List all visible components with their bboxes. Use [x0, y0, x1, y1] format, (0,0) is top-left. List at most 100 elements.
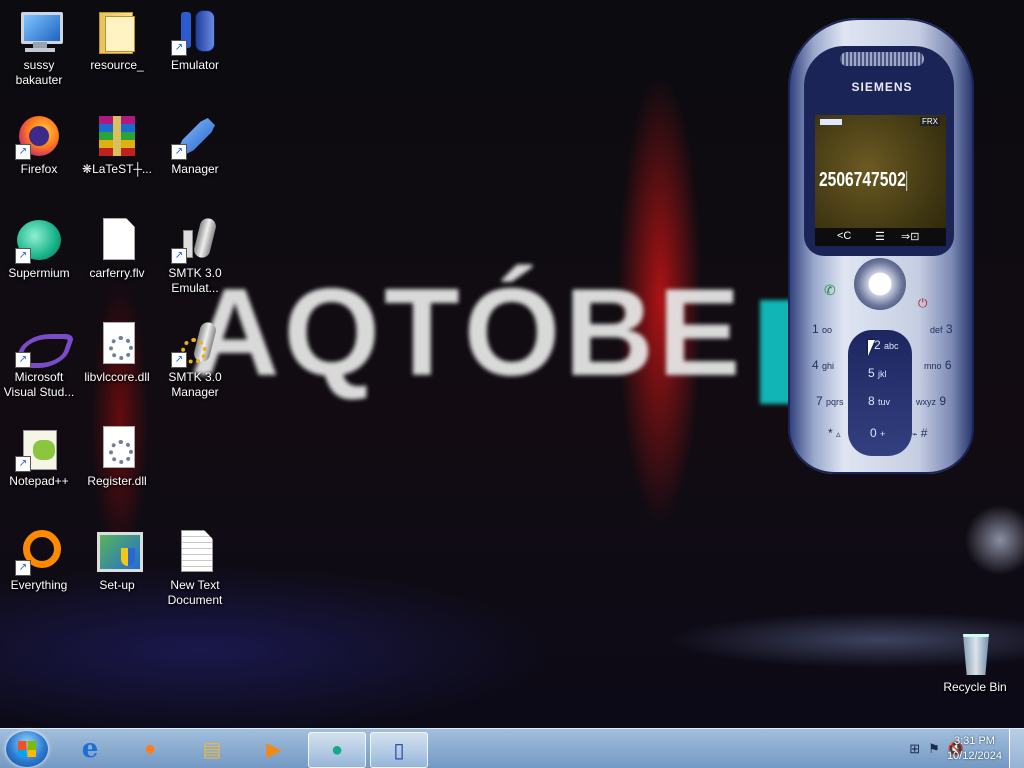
desktop-icon-smtk-emulator[interactable]: ↗ SMTK 3.0 Emulat...	[156, 216, 234, 296]
call-key-icon[interactable]: ✆	[824, 282, 836, 299]
key-5[interactable]: 5 jkl	[868, 366, 887, 380]
firefox-icon: ↗	[15, 112, 63, 160]
icon-label: Microsoft Visual Stud...	[3, 370, 75, 399]
key-hash[interactable]: ⌁ #	[912, 426, 927, 440]
icon-label: Supermium	[8, 266, 70, 280]
navigation-joystick[interactable]	[854, 258, 906, 310]
softkey-menu[interactable]: ☰	[875, 230, 885, 243]
desktop-icon-setup[interactable]: Set-up	[78, 528, 156, 593]
key-star[interactable]: * ▵	[828, 426, 841, 440]
key-8[interactable]: 8 tuv	[868, 394, 890, 408]
desktop-icon-visual-studio[interactable]: ↗ Microsoft Visual Stud...	[0, 328, 78, 400]
shortcut-arrow-icon: ↗	[171, 144, 187, 160]
key-number: 5	[868, 366, 875, 380]
taskbar-supermium[interactable]: ●	[308, 732, 366, 768]
internet-explorer-icon: e	[81, 734, 99, 764]
desktop-icon-everything[interactable]: ↗ Everything	[0, 528, 78, 593]
key-9[interactable]: wxyz 9	[916, 394, 946, 408]
key-letters: tuv	[878, 397, 891, 407]
clock-date: 10/12/2024	[946, 750, 1002, 762]
dll-icon	[93, 320, 141, 368]
key-2[interactable]: 2 abc	[874, 338, 899, 352]
key-1[interactable]: 1 oo	[812, 322, 832, 336]
key-number: 9	[939, 394, 947, 408]
firefox-icon: ●	[143, 737, 157, 760]
clock-time: 3:31 PM	[953, 735, 995, 747]
key-7[interactable]: 7 pqrs	[816, 394, 844, 408]
desktop-icon-manager[interactable]: ↗ Manager	[156, 112, 234, 177]
icon-label: libvlccore.dll	[84, 370, 150, 384]
icon-label: resource_	[90, 58, 144, 72]
key-6[interactable]: mno 6	[924, 358, 952, 372]
signal-icon	[820, 119, 842, 125]
text-document-icon	[171, 528, 219, 576]
shortcut-arrow-icon: ↗	[171, 352, 187, 368]
shortcut-arrow-icon: ↗	[15, 456, 31, 472]
status-bar: FRX	[815, 115, 946, 129]
folder-icon	[93, 8, 141, 56]
start-button[interactable]	[6, 731, 48, 767]
key-letters: def	[930, 325, 943, 335]
dll-icon	[93, 424, 141, 472]
desktop-icon-emulator[interactable]: ↗ Emulator	[156, 8, 234, 73]
desktop-icon-smtk-manager[interactable]: ↗ SMTK 3.0 Manager	[156, 320, 234, 400]
key-number: #	[920, 426, 928, 440]
key-letters: ghi	[822, 361, 835, 371]
softkey-left[interactable]: <C	[837, 230, 851, 242]
phone-emulator-window[interactable]: SIEMENS FRX 2506747502 <C ☰ ⇒⊡ ✆ ⏻ 1 oo …	[782, 18, 982, 476]
desktop-icon-supermium[interactable]: ↗ Supermium	[0, 216, 78, 281]
desktop-icon-register[interactable]: Register.dll	[78, 424, 156, 489]
taskbar-firefox[interactable]: ●	[122, 732, 178, 766]
key-0[interactable]: 0 +	[870, 426, 885, 440]
key-letters: +	[880, 429, 886, 439]
everything-icon: ↗	[15, 528, 63, 576]
phone-screen[interactable]: FRX 2506747502 <C ☰ ⇒⊡	[815, 115, 946, 246]
softkey-right[interactable]: ⇒⊡	[901, 230, 919, 243]
desktop-icon-libvlccore[interactable]: libvlccore.dll	[78, 320, 156, 385]
end-key-icon[interactable]: ⏻	[918, 296, 928, 311]
desktop-icon-carferry[interactable]: carferry.flv	[78, 216, 156, 281]
taskbar-media-player[interactable]: ▶	[246, 732, 302, 766]
key-number: 4	[812, 358, 819, 372]
taskbar: e ● ▤ ▶ ● ▯ ⊞ ⚑ 🔇 3:31 PM 10/12/2024	[0, 728, 1024, 768]
icon-label: Notepad++	[9, 474, 69, 488]
desktop-icon-latest[interactable]: ❋LaTeST┼...	[78, 112, 156, 177]
key-number: 7	[816, 394, 823, 408]
key-letters: jkl	[878, 369, 887, 379]
taskbar-emulator[interactable]: ▯	[370, 732, 428, 768]
icon-label: Everything	[10, 578, 68, 592]
setup-icon	[93, 528, 143, 576]
show-desktop-button[interactable]	[1009, 729, 1024, 768]
visual-studio-icon: ↗	[12, 328, 76, 368]
phone-brand: SIEMENS	[851, 80, 913, 94]
desktop-icon-resource[interactable]: resource_	[78, 8, 156, 73]
clock[interactable]: 3:31 PM 10/12/2024	[947, 734, 1002, 764]
desktop-icon-notepadpp[interactable]: ↗ Notepad++	[0, 424, 78, 489]
key-3[interactable]: def 3	[930, 322, 953, 336]
desktop-icon-firefox[interactable]: ↗ Firefox	[0, 112, 78, 177]
windows-logo-icon-lower	[18, 750, 36, 757]
icon-label: ❋LaTeST┼...	[82, 162, 152, 176]
shortcut-arrow-icon: ↗	[15, 560, 31, 576]
icon-label: Set-up	[99, 578, 135, 592]
key-number: *	[828, 426, 833, 440]
dialed-number: 2506747502	[819, 169, 908, 192]
key-letters: ⌁	[912, 429, 918, 439]
winrar-icon	[93, 112, 141, 160]
icon-label: Register.dll	[87, 474, 147, 488]
network-icon[interactable]: ⊞	[909, 741, 920, 757]
taskbar-internet-explorer[interactable]: e	[62, 732, 118, 766]
dialed-number-text: 2506747502	[819, 169, 906, 191]
key-letters: oo	[822, 325, 833, 335]
desktop-icon-recycle-bin[interactable]: Recycle Bin	[936, 630, 1014, 695]
wallpaper-text: AQTÓBE	[190, 264, 745, 402]
action-center-flag-icon[interactable]: ⚑	[928, 741, 940, 757]
key-4[interactable]: 4 ghi	[812, 358, 834, 372]
icon-label: New Text Document	[167, 578, 223, 607]
smtk-manager-icon: ↗	[171, 320, 219, 368]
desktop-icon-new-text-document[interactable]: New Text Document	[156, 528, 234, 608]
desktop-icon-sussy-bakauter[interactable]: sussy bakauter	[0, 8, 78, 88]
supermium-icon: ↗	[15, 216, 63, 264]
file-icon	[93, 216, 141, 264]
taskbar-file-explorer[interactable]: ▤	[184, 732, 240, 766]
